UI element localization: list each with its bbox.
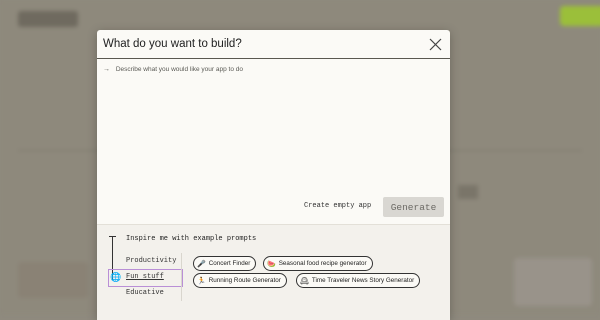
background-element <box>458 185 478 199</box>
close-icon[interactable] <box>429 38 442 51</box>
category-productivity[interactable]: Productivity <box>126 257 176 265</box>
inspire-label: Inspire me with example prompts <box>126 235 257 243</box>
prompt-chip-label: Seasonal food recipe generator <box>278 260 367 267</box>
background-title <box>18 11 78 27</box>
category-educative[interactable]: Educative <box>126 289 164 297</box>
category-fun-stuff[interactable]: Fun stuff <box>126 273 164 281</box>
background-card <box>18 262 88 298</box>
create-empty-app-button[interactable]: Create empty app <box>304 202 371 210</box>
prompt-row: → <box>103 66 416 73</box>
dialog-header: What do you want to build? <box>97 30 450 59</box>
prompt-chip-time-traveler[interactable]: 🕰 Time Traveler News Story Generator <box>296 273 421 288</box>
category-divider <box>181 253 182 301</box>
prompt-chip-label: Concert Finder <box>208 260 251 267</box>
background-button <box>560 6 600 26</box>
prompt-chip-label: Running Route Generator <box>208 277 281 284</box>
prompt-chip-seasonal-food[interactable]: 🍉 Seasonal food recipe generator <box>263 256 373 271</box>
food-icon: 🍉 <box>267 260 276 268</box>
prompt-chip-running-route[interactable]: 🏃 Running Route Generator <box>193 273 287 288</box>
arrow-right-icon: → <box>103 66 110 73</box>
prompt-input[interactable] <box>115 66 416 73</box>
prompt-chip-label: Time Traveler News Story Generator <box>311 277 415 284</box>
prompt-chip-concert-finder[interactable]: 🎤 Concert Finder <box>193 256 257 271</box>
build-app-dialog: What do you want to build? → Create empt… <box>97 30 450 320</box>
runner-icon: 🏃 <box>197 277 206 285</box>
globe-icon: 🌐 <box>110 272 122 282</box>
generate-button[interactable]: Generate <box>383 197 444 217</box>
background-card <box>514 258 592 306</box>
inspire-panel: Inspire me with example prompts Producti… <box>97 224 450 320</box>
dialog-title: What do you want to build? <box>103 38 242 50</box>
clock-icon: 🕰 <box>300 277 309 285</box>
microphone-icon: 🎤 <box>197 260 206 268</box>
